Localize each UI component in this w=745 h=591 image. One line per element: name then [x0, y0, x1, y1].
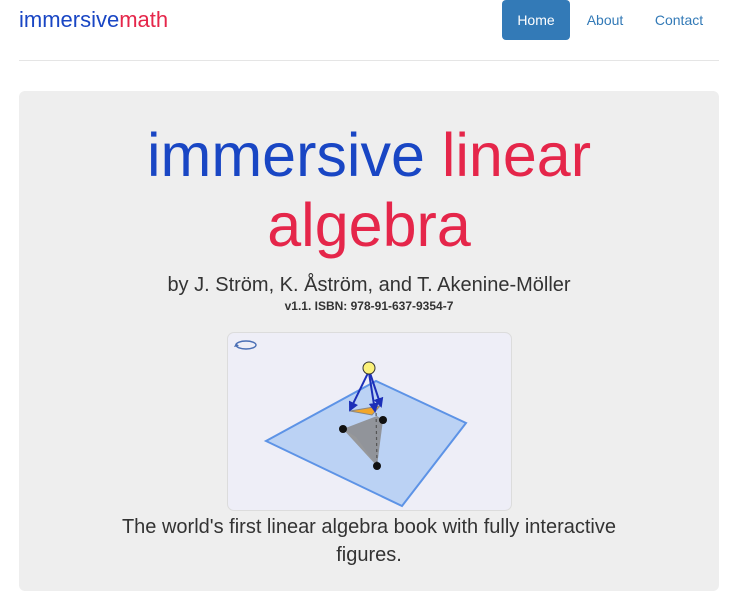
- nav-contact-link[interactable]: Contact: [647, 0, 711, 40]
- interactive-figure[interactable]: [227, 332, 512, 511]
- brand-logo-link[interactable]: immersivemath: [19, 7, 168, 33]
- tagline-line-2: figures.: [336, 544, 402, 566]
- brand-part-math: math: [119, 7, 169, 32]
- tagline: The world's first linear algebra book wi…: [0, 513, 738, 569]
- title-word-immersive: immersive: [146, 121, 425, 189]
- nav-about-link[interactable]: About: [579, 0, 631, 40]
- figure-point-c[interactable]: [373, 462, 381, 470]
- version-isbn-line: v1.1. ISBN: 978-91-637-9354-7: [284, 299, 454, 313]
- title-word-linear: linear: [441, 121, 592, 189]
- navbar: immersivemath Home About Contact: [0, 0, 745, 61]
- authors-line: by J. Ström, K. Åström, and T. Akenine-M…: [167, 274, 571, 296]
- title-word-algebra: algebra: [267, 191, 471, 259]
- navbar-divider: [19, 60, 719, 61]
- figure-light-point[interactable]: [362, 361, 376, 375]
- brand-part-immersive: immersive: [19, 7, 120, 32]
- nav-home-link[interactable]: Home: [502, 0, 570, 40]
- tagline-line-1: The world's first linear algebra book wi…: [121, 516, 617, 538]
- figure-point-a[interactable]: [339, 425, 347, 433]
- figure-3d-scene[interactable]: [228, 333, 511, 510]
- page-title: immersive linear algebra: [0, 120, 738, 260]
- figure-point-b[interactable]: [379, 416, 387, 424]
